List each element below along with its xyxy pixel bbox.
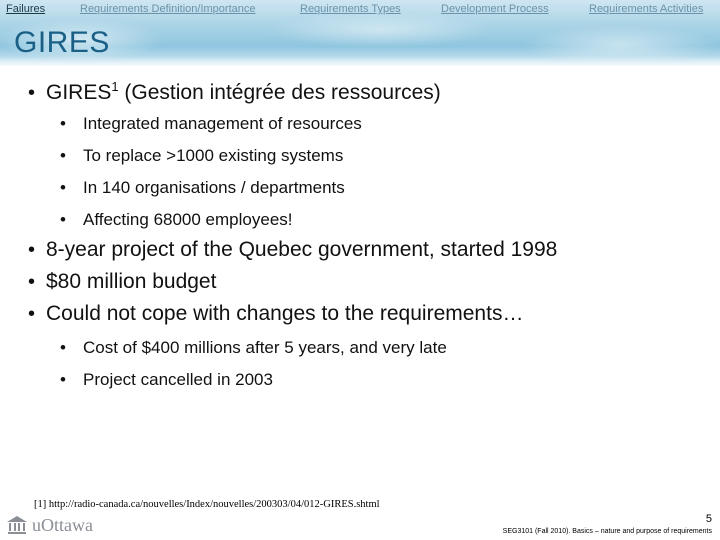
sub-bullet-dot: • [60, 178, 66, 197]
nav-item-failures[interactable]: Failures [6, 3, 45, 15]
logo-text: uOttawa [32, 515, 93, 535]
bullet-text: Could not cope with changes to the requi… [46, 302, 524, 325]
nav-item-requirements-definition[interactable]: Requirements Definition/Importance [80, 3, 255, 15]
nav-bar: Failures Requirements Definition/Importa… [0, 3, 720, 17]
nav-item-requirements-activities[interactable]: Requirements Activities [589, 3, 703, 15]
nav-item-requirements-types[interactable]: Requirements Types [300, 3, 401, 15]
header-band: Failures Requirements Definition/Importa… [0, 0, 720, 70]
slide-title: GIRES [14, 26, 110, 59]
uottawa-logo: uOttawa [6, 512, 116, 538]
sub-bullet-dot: • [60, 114, 66, 133]
sub-bullet-text: To replace >1000 existing systems [83, 146, 344, 165]
sub-bullet-text: Cost of $400 millions after 5 years, and… [83, 338, 447, 357]
course-footer: SEG3101 (Fall 2010). Basics – nature and… [502, 528, 712, 535]
sub-bullet-dot: • [60, 338, 66, 357]
bullet-dot: • [28, 239, 36, 261]
sub-bullet-text: Affecting 68000 employees! [83, 210, 293, 229]
bullet-text: $80 million budget [46, 270, 217, 293]
sub-bullet-text: Project cancelled in 2003 [83, 370, 273, 389]
sub-bullet-dot: • [60, 370, 66, 389]
nav-item-development-process[interactable]: Development Process [441, 3, 549, 15]
footnote: [1] http://radio-canada.ca/nouvelles/Ind… [34, 499, 380, 510]
bullet-text: 8-year project of the Quebec government,… [46, 238, 558, 261]
bullet-text: GIRES1 (Gestion intégrée des ressources) [46, 79, 441, 104]
sub-bullet-text: Integrated management of resources [83, 114, 362, 133]
university-seal-icon [7, 516, 27, 534]
sub-bullet-dot: • [60, 146, 66, 165]
sub-bullet-dot: • [60, 210, 66, 229]
page-number: 5 [705, 513, 712, 525]
bullet-dot: • [28, 82, 36, 104]
bullet-dot: • [28, 271, 36, 293]
sub-bullet-text: In 140 organisations / departments [83, 178, 345, 197]
bullet-dot: • [28, 303, 36, 325]
